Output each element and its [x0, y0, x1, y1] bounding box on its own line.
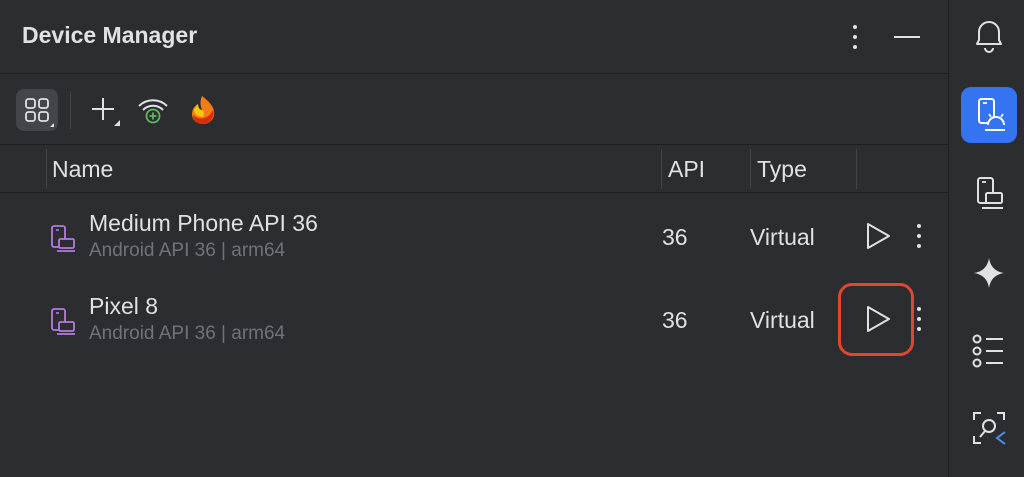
toolbar-separator — [70, 91, 71, 129]
column-separator — [661, 149, 662, 189]
gemini-icon[interactable] — [961, 245, 1017, 301]
more-vertical-icon[interactable] — [906, 218, 932, 254]
panel-header: Device Manager — [0, 0, 948, 74]
device-manager-icon[interactable] — [961, 87, 1017, 143]
column-header-type[interactable]: Type — [757, 145, 807, 193]
device-type: Virtual — [750, 224, 815, 250]
column-header-api[interactable]: API — [668, 145, 705, 193]
device-name: Pixel 8 — [89, 293, 159, 319]
minimize-icon[interactable] — [890, 20, 924, 54]
column-header-name[interactable]: Name — [52, 145, 113, 193]
layout-inspector-icon[interactable] — [961, 400, 1017, 456]
device-manager-panel: Device Manager Name API Type Medium Phon… — [0, 0, 948, 477]
group-by-icon[interactable] — [16, 89, 58, 131]
table-row[interactable]: Medium Phone API 36 Android API 36 | arm… — [0, 196, 948, 278]
device-api: 36 — [662, 307, 688, 333]
table-header: Name API Type — [0, 145, 948, 193]
column-separator — [46, 149, 47, 189]
device-details: Android API 36 | arm64 — [89, 323, 286, 344]
column-separator — [750, 149, 751, 189]
virtual-device-icon — [48, 307, 78, 337]
add-device-icon[interactable] — [84, 89, 126, 131]
panel-title: Device Manager — [22, 22, 198, 48]
virtual-device-icon — [48, 224, 78, 254]
running-devices-icon[interactable] — [961, 166, 1017, 222]
device-name: Medium Phone API 36 — [89, 210, 318, 236]
more-vertical-icon[interactable] — [840, 20, 870, 54]
column-separator — [856, 149, 857, 189]
highlight-annotation — [838, 283, 914, 356]
notifications-icon[interactable] — [961, 8, 1017, 64]
device-api: 36 — [662, 224, 688, 250]
device-type: Virtual — [750, 307, 815, 333]
firebase-icon[interactable] — [182, 89, 224, 131]
play-icon[interactable] — [860, 218, 896, 254]
table-row[interactable]: Pixel 8 Android API 36 | arm64 36 Virtua… — [0, 279, 948, 361]
pair-wifi-icon[interactable] — [132, 89, 174, 131]
build-variants-icon[interactable] — [961, 323, 1017, 379]
toolbar — [0, 75, 948, 145]
device-details: Android API 36 | arm64 — [89, 240, 286, 261]
